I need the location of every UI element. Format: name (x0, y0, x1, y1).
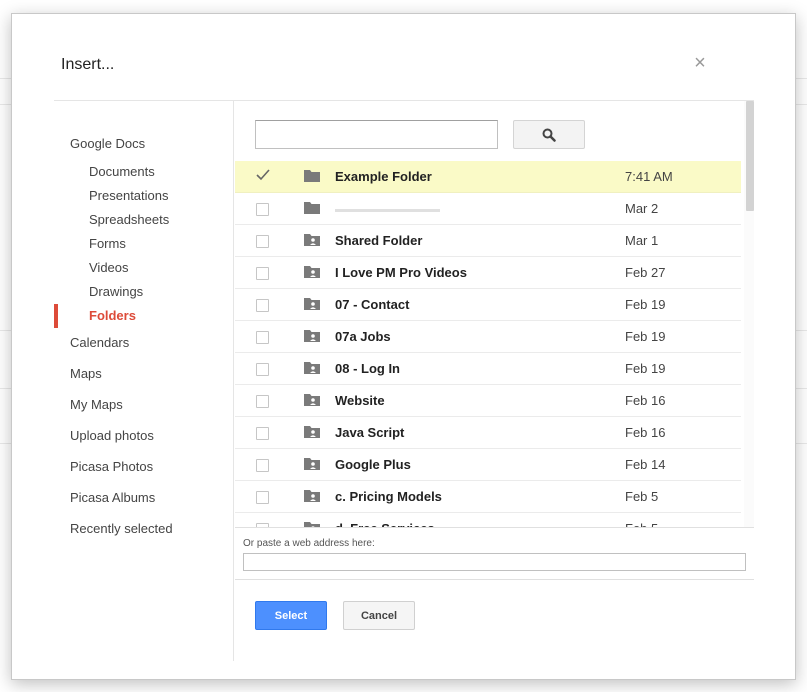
shared-folder-icon (304, 234, 320, 246)
cancel-button[interactable]: Cancel (343, 601, 415, 630)
row-checkbox[interactable] (256, 235, 269, 248)
nav-item-my-maps[interactable]: My Maps (70, 397, 123, 412)
modified-date: Mar 1 (625, 233, 659, 248)
folder-name[interactable]: Java Script (335, 425, 404, 440)
folder-list: Example Folder 7:41 AM Mar 2 Shared Folder M… (235, 161, 741, 527)
folder-name[interactable]: 07a Jobs (335, 329, 391, 344)
list-item[interactable]: 08 - Log In Feb 19 (235, 353, 741, 385)
modified-date: 7:41 AM (625, 169, 673, 184)
dialog-title: Insert... (61, 56, 115, 73)
active-nav-marker (54, 304, 58, 328)
row-checkbox[interactable] (256, 491, 269, 504)
folder-name[interactable]: 07 - Contact (335, 297, 409, 312)
modified-date: Mar 2 (625, 201, 659, 216)
nav-item-spreadsheets[interactable]: Spreadsheets (89, 212, 169, 227)
shared-folder-icon (304, 490, 320, 502)
folder-icon (304, 170, 320, 182)
modified-date: Feb 14 (625, 457, 666, 472)
folder-name[interactable]: Shared Folder (335, 233, 422, 248)
list-item[interactable]: I Love PM Pro Videos Feb 27 (235, 257, 741, 289)
row-checkbox[interactable] (256, 203, 269, 216)
list-item[interactable]: Example Folder 7:41 AM (235, 161, 741, 193)
folder-name[interactable]: Website (335, 393, 385, 408)
nav-item-maps[interactable]: Maps (70, 366, 102, 381)
select-button[interactable]: Select (255, 601, 327, 630)
modified-date: Feb 5 (625, 489, 659, 504)
nav-item-documents[interactable]: Documents (89, 164, 155, 179)
folder-name[interactable] (335, 209, 440, 212)
list-item[interactable]: Mar 2 (235, 193, 741, 225)
shared-folder-icon (304, 266, 320, 278)
list-item[interactable]: Google Plus Feb 14 (235, 449, 741, 481)
modified-date: Feb 16 (625, 393, 666, 408)
list-item[interactable]: 07 - Contact Feb 19 (235, 289, 741, 321)
list-item[interactable]: Shared Folder Mar 1 (235, 225, 741, 257)
modified-date: Feb 27 (625, 265, 666, 280)
nav-item-folders[interactable]: Folders (89, 308, 136, 323)
modified-date: Feb 19 (625, 361, 666, 376)
row-checkbox[interactable] (256, 363, 269, 376)
paste-url-label: Or paste a web address here: (243, 538, 375, 549)
nav-item-google-docs[interactable]: Google Docs (70, 136, 145, 151)
folder-name[interactable]: I Love PM Pro Videos (335, 265, 467, 280)
row-checkbox[interactable] (256, 427, 269, 440)
row-checkbox[interactable] (256, 459, 269, 472)
row-checkbox[interactable] (256, 267, 269, 280)
folder-name[interactable]: c. Pricing Models (335, 489, 442, 504)
folder-name[interactable]: 08 - Log In (335, 361, 400, 376)
checkmark-icon (256, 169, 270, 181)
shared-folder-icon (304, 458, 320, 470)
nav-item-videos[interactable]: Videos (89, 260, 129, 275)
list-item[interactable]: d. Free ServicesFeb 5 (235, 513, 741, 527)
search-input[interactable] (255, 120, 498, 149)
list-scrollbar[interactable] (746, 101, 754, 211)
folder-name[interactable]: Google Plus (335, 457, 411, 472)
list-item[interactable]: Java Script Feb 16 (235, 417, 741, 449)
shared-folder-icon (304, 298, 320, 310)
row-checkbox[interactable] (256, 331, 269, 344)
modified-date: Feb 19 (625, 297, 666, 312)
insert-dialog: Insert... × Google Docs Documents Presen… (11, 13, 796, 680)
folder-name[interactable]: Example Folder (335, 169, 432, 184)
modified-date: Feb 16 (625, 425, 666, 440)
row-checkbox[interactable] (256, 395, 269, 408)
row-checkbox[interactable] (256, 299, 269, 312)
nav-item-drawings[interactable]: Drawings (89, 284, 143, 299)
modified-date: Feb 19 (625, 329, 666, 344)
search-button[interactable] (513, 120, 585, 149)
shared-folder-icon (304, 426, 320, 438)
close-icon[interactable]: × (692, 52, 708, 74)
list-item[interactable]: c. Pricing Models Feb 5 (235, 481, 741, 513)
paste-url-input[interactable] (243, 553, 746, 571)
list-item[interactable]: Website Feb 16 (235, 385, 741, 417)
source-nav: Google Docs Documents Presentations Spre… (54, 101, 234, 661)
nav-item-forms[interactable]: Forms (89, 236, 126, 251)
nav-item-upload-photos[interactable]: Upload photos (70, 428, 154, 443)
list-item[interactable]: 07a Jobs Feb 19 (235, 321, 741, 353)
nav-item-recently-selected[interactable]: Recently selected (70, 521, 173, 536)
shared-folder-icon (304, 362, 320, 374)
nav-item-calendars[interactable]: Calendars (70, 335, 129, 350)
nav-item-picasa-albums[interactable]: Picasa Albums (70, 490, 155, 505)
shared-folder-icon (304, 330, 320, 342)
paste-url-area: Or paste a web address here: (235, 527, 754, 580)
nav-item-presentations[interactable]: Presentations (89, 188, 169, 203)
folder-icon (304, 202, 320, 214)
shared-folder-icon (304, 394, 320, 406)
search-icon (542, 128, 556, 142)
nav-item-picasa-photos[interactable]: Picasa Photos (70, 459, 153, 474)
